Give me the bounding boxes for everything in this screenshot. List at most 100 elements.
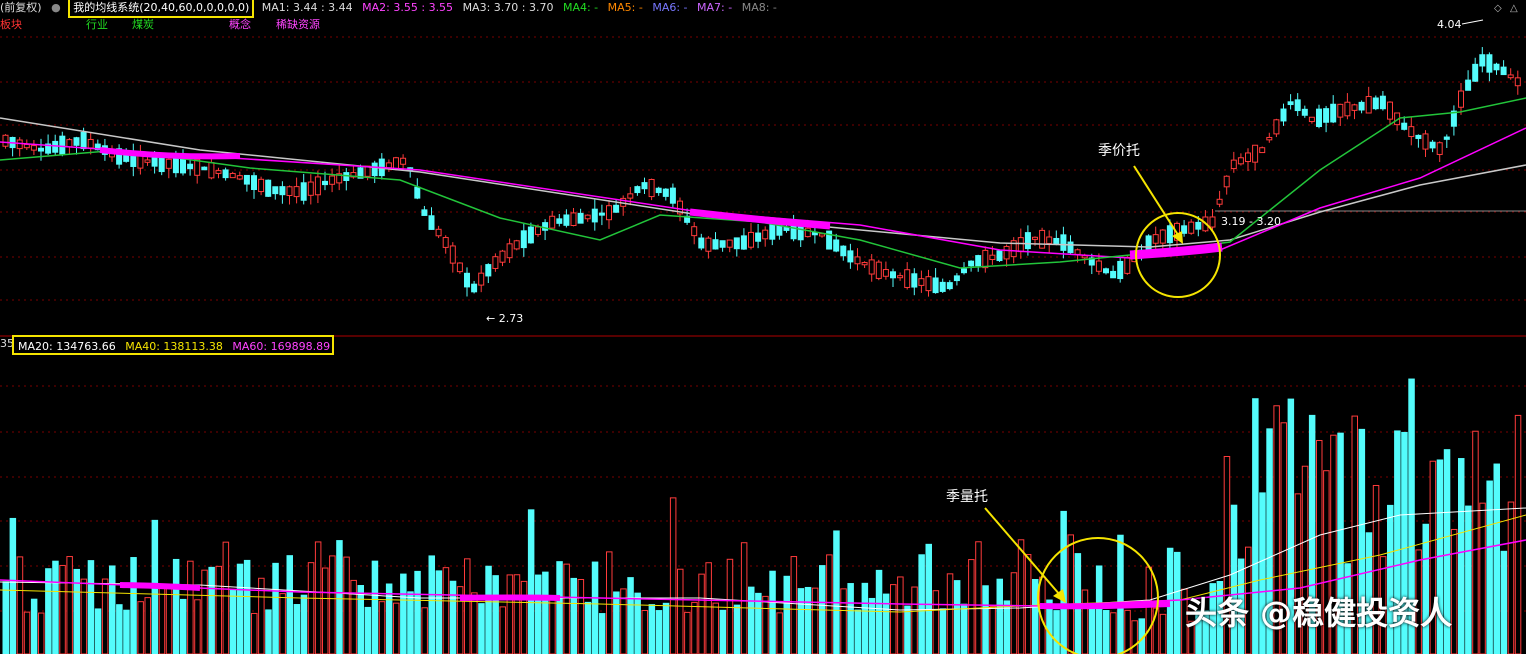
volume-bar xyxy=(336,540,343,654)
vol-ma20: MA20: 134763.66 xyxy=(18,340,116,353)
volume-bar xyxy=(407,591,414,654)
volume-bar xyxy=(1131,620,1138,654)
volume-bar xyxy=(669,497,677,654)
volume-bar xyxy=(1081,589,1089,654)
volume-bar xyxy=(662,602,670,654)
up-arrow-icon[interactable]: △ xyxy=(1510,3,1518,14)
industry-label[interactable]: 行业 xyxy=(86,18,108,32)
volume-bar xyxy=(357,585,364,654)
concept-label[interactable]: 概念 xyxy=(229,18,251,32)
candle-body xyxy=(705,237,712,252)
candle-body xyxy=(236,175,243,180)
candle-body xyxy=(953,275,960,282)
volume-bar xyxy=(180,598,187,654)
volume-bar xyxy=(158,584,166,654)
candle-body xyxy=(861,262,868,266)
candle-body xyxy=(904,269,911,288)
volume-bar xyxy=(1110,612,1117,654)
volume-bar xyxy=(556,561,563,654)
candle-body xyxy=(925,276,932,292)
candle-body xyxy=(385,162,392,169)
volume-bar xyxy=(1010,572,1018,654)
volume-bar xyxy=(1095,565,1103,654)
candle-body xyxy=(442,237,449,248)
candle-body xyxy=(1443,136,1450,140)
candle-body xyxy=(1379,95,1386,110)
indicator-name[interactable]: 我的均线系统(20,40,60,0,0,0,0,0) xyxy=(68,0,255,18)
plate-label[interactable]: 板块 xyxy=(0,18,22,32)
candle-body xyxy=(1024,232,1031,250)
volume-bar xyxy=(222,541,230,654)
candle-body xyxy=(1117,260,1124,280)
candle-body xyxy=(563,214,570,226)
candle-body xyxy=(911,273,918,288)
candle-body xyxy=(1351,104,1358,111)
candle-body xyxy=(577,212,584,224)
candle-body xyxy=(322,180,328,186)
volume-bar xyxy=(726,558,734,654)
candle-body xyxy=(1223,175,1230,188)
candle-body xyxy=(1458,90,1464,108)
gear-icon[interactable]: ● xyxy=(51,0,61,16)
volume-bar xyxy=(577,578,585,654)
candle-body xyxy=(769,223,776,240)
candle-body xyxy=(1301,108,1308,116)
candle-body xyxy=(542,222,549,231)
volume-bar xyxy=(251,612,258,654)
candle-body xyxy=(172,156,179,174)
chart-canvas[interactable]: 4.04 ← 2.73 3.19 - 3.20 xyxy=(0,0,1526,654)
candle-body xyxy=(535,226,541,235)
volume-bar xyxy=(776,612,783,654)
volume-bar xyxy=(478,603,485,654)
candle-body xyxy=(194,158,201,176)
volume-bar xyxy=(520,580,528,654)
volume-bar xyxy=(904,605,911,654)
volume-bar xyxy=(939,608,947,654)
candle-body xyxy=(648,178,655,198)
candle-body xyxy=(662,188,669,197)
candle-body xyxy=(251,175,257,191)
candle-body xyxy=(1429,141,1436,149)
vol-overlap-band xyxy=(1039,601,1171,610)
price-support-arrow xyxy=(1133,165,1181,239)
volume-bar xyxy=(442,567,450,654)
candle-body xyxy=(968,260,975,267)
candle-body xyxy=(1074,249,1081,255)
volume-bar xyxy=(797,588,805,654)
volume-bar xyxy=(861,582,869,654)
diamond-icon[interactable]: ◇ xyxy=(1494,3,1502,14)
volume-bar xyxy=(740,542,748,654)
candle-body xyxy=(1514,77,1521,87)
candle-body xyxy=(307,181,314,196)
volume-bar xyxy=(80,578,88,654)
candle-body xyxy=(1103,268,1109,274)
candle-body xyxy=(627,193,634,199)
candle-body xyxy=(527,226,534,244)
candle-body xyxy=(1479,54,1486,67)
industry-value[interactable]: 煤炭 xyxy=(132,18,154,32)
candle-body xyxy=(556,218,563,224)
concept-value[interactable]: 稀缺资源 xyxy=(276,18,320,32)
candle-body xyxy=(371,162,378,177)
candle-body xyxy=(87,138,94,149)
volume-bar xyxy=(996,578,1003,654)
volume-bar xyxy=(691,601,698,654)
candle-body xyxy=(868,259,875,275)
volume-bar xyxy=(1159,613,1167,654)
volume-bar xyxy=(1017,539,1025,654)
volume-bar xyxy=(527,509,535,654)
candle-body xyxy=(1337,103,1344,118)
candle-body xyxy=(1209,216,1216,228)
adjust-label[interactable]: (前复权) xyxy=(0,0,42,16)
candle-body xyxy=(478,272,485,286)
volume-bar xyxy=(307,562,315,654)
candle-body xyxy=(1472,63,1479,82)
candle-body xyxy=(1294,99,1301,112)
volume-bar xyxy=(641,609,648,654)
volume-bar xyxy=(698,573,705,654)
volume-bar xyxy=(109,565,116,654)
volume-bar xyxy=(563,563,570,654)
candle-body xyxy=(641,182,648,190)
volume-bar xyxy=(1472,430,1479,654)
volume-bar xyxy=(243,559,251,654)
